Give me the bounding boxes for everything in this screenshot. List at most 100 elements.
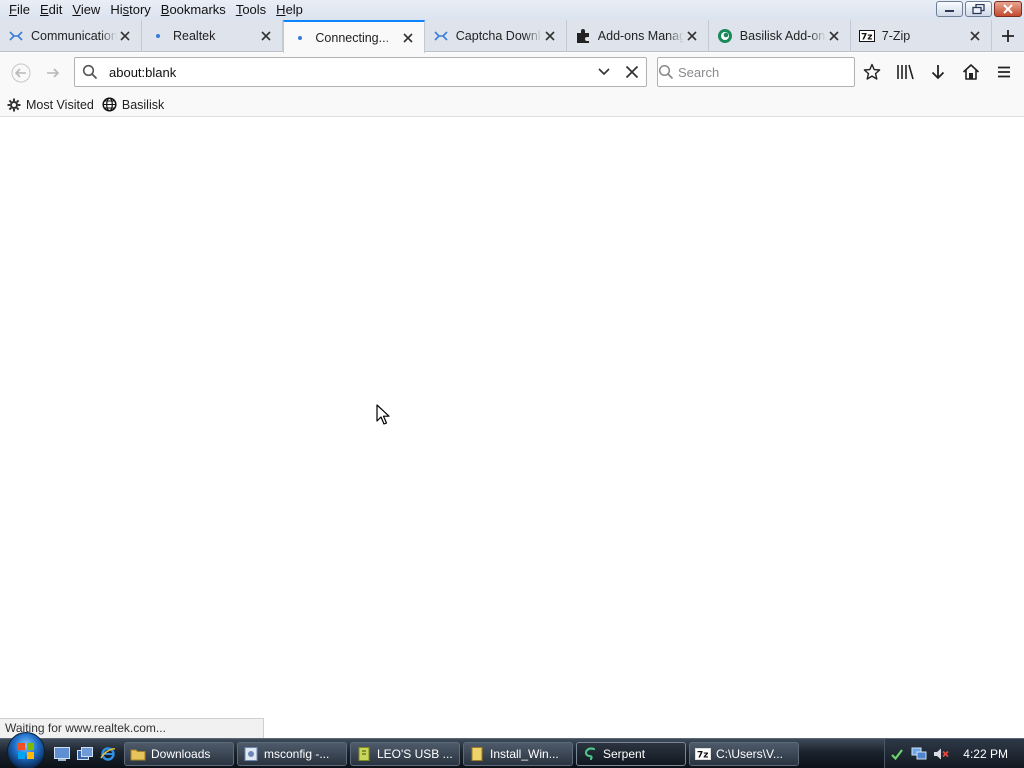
safely-remove-hardware-icon[interactable] bbox=[889, 746, 905, 762]
search-icon bbox=[658, 64, 674, 80]
tab-basilisk-addons[interactable]: Basilisk Add-ons bbox=[709, 20, 851, 52]
tab-title: Add-ons Manager bbox=[597, 29, 684, 43]
tab-close-icon[interactable] bbox=[542, 28, 558, 44]
menu-bookmarks[interactable]: Bookmarks bbox=[156, 0, 231, 20]
tab-title: Basilisk Add-ons bbox=[739, 29, 826, 43]
close-window-button[interactable] bbox=[994, 1, 1022, 17]
menu-file[interactable]: File bbox=[4, 0, 35, 20]
wifi-icon bbox=[8, 28, 24, 44]
library-button[interactable] bbox=[888, 57, 921, 87]
back-button[interactable] bbox=[6, 58, 36, 88]
mouse-cursor-icon bbox=[376, 404, 390, 425]
new-tab-button[interactable] bbox=[992, 20, 1024, 52]
tab-connecting[interactable]: Connecting... bbox=[283, 20, 425, 53]
svg-text:7z: 7z bbox=[697, 750, 709, 760]
tab-close-icon[interactable] bbox=[826, 28, 842, 44]
menu-history[interactable]: History bbox=[105, 0, 155, 20]
dot-icon bbox=[150, 28, 166, 44]
tab-captcha[interactable]: Captcha Download bbox=[425, 20, 567, 52]
switch-windows-icon[interactable] bbox=[75, 744, 95, 764]
tab-close-icon[interactable] bbox=[967, 28, 983, 44]
menu: File Edit View History Bookmarks Tools Help bbox=[0, 0, 308, 20]
forward-arrow-icon bbox=[47, 68, 60, 78]
task-label: C:\Users\V... bbox=[716, 746, 783, 761]
hamburger-menu-icon bbox=[997, 66, 1010, 78]
toolbar-icons bbox=[855, 57, 1020, 87]
library-icon bbox=[896, 64, 914, 80]
wifi-icon bbox=[433, 28, 449, 44]
windows-logo-icon bbox=[7, 731, 45, 768]
tab-realtek[interactable]: Realtek bbox=[142, 20, 284, 52]
puzzle-icon bbox=[575, 28, 591, 44]
gear-icon bbox=[6, 97, 22, 113]
internet-explorer-icon[interactable] bbox=[98, 744, 118, 764]
restore-button[interactable] bbox=[965, 1, 992, 17]
msconfig-icon bbox=[243, 746, 259, 762]
tab-title: Captcha Download bbox=[455, 29, 542, 43]
task-label: msconfig -... bbox=[264, 746, 330, 761]
page-content[interactable]: Waiting for www.realtek.com... bbox=[0, 118, 1024, 738]
menu-view[interactable]: View bbox=[67, 0, 105, 20]
task-label: Serpent bbox=[603, 746, 646, 761]
star-icon bbox=[863, 63, 880, 80]
bookmark-most-visited[interactable]: Most Visited bbox=[4, 97, 100, 113]
tab-strip: Communication Realtek Connecting... Capt… bbox=[0, 20, 1024, 53]
bookmarks-toolbar: Most Visited Basilisk bbox=[0, 93, 1024, 117]
task-label: Downloads bbox=[151, 746, 211, 761]
menu-tools[interactable]: Tools bbox=[231, 0, 271, 20]
close-icon bbox=[625, 65, 639, 79]
stop-loading-button[interactable] bbox=[618, 58, 646, 86]
status-panel: Waiting for www.realtek.com... bbox=[0, 718, 264, 738]
7zip-icon: 7z bbox=[858, 28, 875, 44]
minimize-button[interactable] bbox=[936, 1, 963, 17]
task-downloads[interactable]: Downloads bbox=[124, 741, 234, 766]
tab-close-icon[interactable] bbox=[400, 30, 416, 46]
basilisk-icon bbox=[717, 28, 733, 44]
bookmark-label: Most Visited bbox=[26, 97, 94, 112]
task-7zip-path[interactable]: 7z C:\Users\V... bbox=[689, 741, 799, 766]
task-msconfig[interactable]: msconfig -... bbox=[237, 741, 347, 766]
search-bar bbox=[657, 57, 855, 87]
search-icon bbox=[75, 64, 105, 80]
volume-muted-icon[interactable] bbox=[933, 746, 949, 762]
tab-close-icon[interactable] bbox=[684, 28, 700, 44]
taskbar: Downloads msconfig -... LEO'S USB ... In… bbox=[0, 731, 1024, 768]
clock[interactable]: 4:22 PM bbox=[963, 747, 1008, 761]
search-input[interactable] bbox=[674, 59, 854, 85]
forward-button[interactable] bbox=[38, 58, 68, 88]
folder-icon bbox=[130, 746, 146, 762]
tab-close-icon[interactable] bbox=[117, 28, 133, 44]
bookmark-label: Basilisk bbox=[121, 97, 165, 112]
url-bar bbox=[74, 57, 647, 87]
menu-edit[interactable]: Edit bbox=[35, 0, 67, 20]
url-input[interactable] bbox=[105, 59, 590, 85]
tab-close-icon[interactable] bbox=[258, 28, 274, 44]
dot-icon bbox=[292, 30, 308, 46]
home-button[interactable] bbox=[954, 57, 987, 87]
usb-icon bbox=[356, 746, 372, 762]
chevron-down-icon bbox=[598, 68, 610, 76]
task-label: Install_Win... bbox=[490, 746, 559, 761]
tab-addons-manager[interactable]: Add-ons Manager bbox=[567, 20, 709, 52]
show-desktop-icon[interactable] bbox=[52, 744, 72, 764]
back-arrow-icon bbox=[11, 63, 31, 83]
plus-icon bbox=[1002, 30, 1015, 42]
downloads-button[interactable] bbox=[921, 57, 954, 87]
task-label: LEO'S USB ... bbox=[377, 746, 453, 761]
folder-icon bbox=[469, 746, 485, 762]
tab-communication[interactable]: Communication bbox=[0, 20, 142, 52]
task-install-win[interactable]: Install_Win... bbox=[463, 741, 573, 766]
url-history-dropdown[interactable] bbox=[590, 58, 618, 86]
open-menu-button[interactable] bbox=[987, 57, 1020, 87]
start-button[interactable] bbox=[0, 731, 52, 768]
tab-7zip[interactable]: 7z 7-Zip bbox=[851, 20, 993, 52]
download-arrow-icon bbox=[931, 65, 944, 80]
7zip-icon: 7z bbox=[695, 746, 711, 762]
network-icon[interactable] bbox=[911, 746, 927, 762]
task-serpent[interactable]: Serpent bbox=[576, 741, 686, 766]
menu-help[interactable]: Help bbox=[271, 0, 308, 20]
bookmark-basilisk[interactable]: Basilisk bbox=[100, 97, 170, 113]
quick-launch bbox=[52, 744, 118, 764]
task-leos-usb[interactable]: LEO'S USB ... bbox=[350, 741, 460, 766]
bookmark-star-button[interactable] bbox=[855, 57, 888, 87]
